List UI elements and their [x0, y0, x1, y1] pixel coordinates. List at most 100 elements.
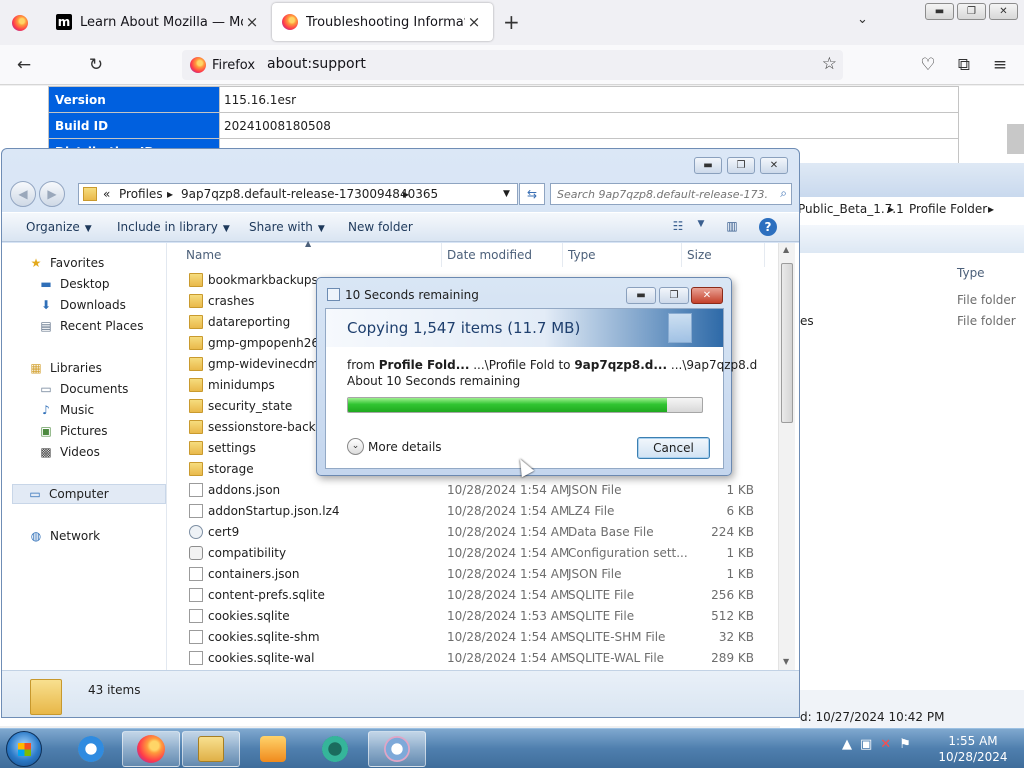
close-button[interactable]: ✕: [760, 157, 788, 174]
table-row[interactable]: content-prefs.sqlite 10/28/2024 1:54 AM SQ…: [169, 585, 769, 606]
cancel-button[interactable]: Cancel: [637, 437, 710, 459]
table-row[interactable]: addons.json 10/28/2024 1:54 AM JSON File 1 …: [169, 480, 769, 501]
column-divider[interactable]: [441, 243, 442, 267]
list-item[interactable]: File folder: [800, 293, 1024, 313]
pocket-icon[interactable]: ♡: [916, 53, 940, 77]
nav-recent-places[interactable]: ▤ Recent Places: [38, 316, 143, 336]
extensions-icon[interactable]: ⧉: [952, 53, 976, 77]
nav-documents[interactable]: ▭ Documents: [38, 379, 128, 399]
clock[interactable]: 1:55 AM 10/28/2024: [930, 733, 1016, 765]
nav-computer[interactable]: ▭ Computer: [12, 484, 166, 504]
table-row[interactable]: cookies.sqlite-wal 10/28/2024 1:54 AM SQLI…: [169, 648, 769, 669]
view-dropdown-icon[interactable]: ▼: [692, 219, 710, 235]
tab-learn-about-mozilla[interactable]: m Learn About Mozilla — Mozilla ×: [46, 3, 271, 41]
close-button[interactable]: ✕: [691, 287, 723, 304]
nav-favorites[interactable]: ★ Favorites: [28, 253, 105, 273]
column-header-type[interactable]: Type: [568, 248, 596, 262]
start-button[interactable]: [6, 731, 42, 767]
chevron-right-icon[interactable]: ▸: [403, 187, 409, 201]
volume-muted-icon[interactable]: ✕: [880, 737, 891, 752]
bookmark-star-icon[interactable]: ☆: [822, 54, 837, 74]
new-folder-button[interactable]: New folder: [348, 220, 413, 234]
minimize-button[interactable]: ▬: [626, 287, 656, 304]
maximize-button[interactable]: ❐: [659, 287, 689, 304]
search-input[interactable]: [557, 186, 767, 202]
identity-box[interactable]: Firefox: [190, 56, 255, 74]
close-tab-icon[interactable]: ×: [465, 13, 483, 31]
url-text[interactable]: about:support: [267, 56, 366, 72]
nav-network[interactable]: ◍ Network: [28, 526, 100, 546]
maximize-button[interactable]: ❐: [957, 3, 986, 20]
table-row[interactable]: addonStartup.json.lz4 10/28/2024 1:54 AM L…: [169, 501, 769, 522]
table-row[interactable]: cookies.sqlite-shm 10/28/2024 1:54 AM SQLI…: [169, 627, 769, 648]
preview-pane-icon[interactable]: ▥: [723, 219, 741, 235]
action-center-flag-icon[interactable]: ⚑: [899, 737, 911, 752]
source-name-link[interactable]: Profile Fold...: [379, 358, 470, 372]
url-bar[interactable]: Firefox about:support ☆: [182, 50, 843, 80]
column-header-size[interactable]: Size: [687, 248, 712, 262]
table-row[interactable]: containers.json 10/28/2024 1:54 AM JSON Fi…: [169, 564, 769, 585]
scrollbar-thumb[interactable]: [781, 263, 793, 423]
help-icon[interactable]: ?: [759, 218, 777, 236]
background-address-bar[interactable]: Public_Beta_1.7.1 ▸ Profile Folder ▸: [780, 199, 1024, 221]
column-header-date[interactable]: Date modified: [447, 248, 532, 262]
address-segment[interactable]: Profile Folder: [909, 202, 987, 216]
chevron-right-icon[interactable]: ▸: [167, 187, 173, 201]
list-item[interactable]: es File folder: [800, 314, 1024, 334]
close-window-button[interactable]: ✕: [989, 3, 1018, 20]
column-header-type[interactable]: Type: [957, 266, 985, 280]
nav-videos[interactable]: ▩ Videos: [38, 442, 100, 462]
maximize-button[interactable]: ❐: [727, 157, 755, 174]
close-tab-icon[interactable]: ×: [243, 13, 261, 31]
column-header-name[interactable]: Name: [186, 248, 221, 262]
back-button[interactable]: ◀: [10, 181, 36, 207]
address-segment[interactable]: Profiles: [119, 187, 163, 201]
table-row[interactable]: cert9 10/28/2024 1:54 AM Data Base File 224…: [169, 522, 769, 543]
new-tab-icon[interactable]: +: [503, 10, 520, 34]
share-with-button[interactable]: Share with ▼: [249, 220, 325, 234]
network-tray-icon[interactable]: ▣: [860, 737, 872, 752]
show-hidden-icons-icon[interactable]: ▲: [842, 737, 852, 752]
nav-music[interactable]: ♪ Music: [38, 400, 94, 420]
minimize-button[interactable]: ▬: [925, 3, 954, 20]
table-row[interactable]: cookies.sqlite 10/28/2024 1:53 AM SQLITE F…: [169, 606, 769, 627]
address-segment[interactable]: 9ap7qzp8.default-release-1730094840365: [181, 187, 438, 201]
table-row[interactable]: compatibility 10/28/2024 1:54 AM Configura…: [169, 543, 769, 564]
scroll-down-icon[interactable]: ▼: [783, 657, 789, 666]
taskbar-firefox[interactable]: [122, 731, 180, 767]
include-in-library-button[interactable]: Include in library ▼: [117, 220, 230, 234]
nav-libraries[interactable]: ▦ Libraries: [28, 358, 102, 378]
taskbar-media-player[interactable]: [244, 731, 302, 767]
column-divider[interactable]: [764, 243, 765, 267]
nav-desktop[interactable]: ▬ Desktop: [38, 274, 109, 294]
reload-icon[interactable]: ↻: [84, 53, 108, 77]
list-all-tabs-icon[interactable]: ⌄: [857, 12, 868, 27]
page-scrollbar-thumb[interactable]: [1007, 124, 1024, 154]
column-divider[interactable]: [562, 243, 563, 267]
forward-button[interactable]: ▶: [39, 181, 65, 207]
tab-troubleshooting-information[interactable]: Troubleshooting Information ×: [272, 3, 493, 41]
address-overflow[interactable]: «: [103, 187, 110, 201]
taskbar-internet-explorer[interactable]: [62, 731, 120, 767]
nav-pictures[interactable]: ▣ Pictures: [38, 421, 107, 441]
address-bar[interactable]: « Profiles ▸ 9ap7qzp8.default-release-17…: [78, 183, 518, 205]
more-details-toggle[interactable]: ⌄ More details: [347, 438, 442, 455]
taskbar-paint[interactable]: [368, 731, 426, 767]
minimize-button[interactable]: ▬: [694, 157, 722, 174]
change-view-icon[interactable]: ☷: [669, 219, 687, 235]
chevron-down-icon[interactable]: ⌄: [347, 438, 364, 455]
taskbar-file-explorer[interactable]: [182, 731, 240, 767]
firefox-menu-icon[interactable]: [12, 15, 28, 31]
nav-downloads[interactable]: ⬇ Downloads: [38, 295, 126, 315]
scroll-up-icon[interactable]: ▲: [783, 245, 789, 254]
refresh-icon[interactable]: ⇆: [519, 183, 545, 205]
address-dropdown-icon[interactable]: ▼: [503, 189, 510, 199]
search-icon[interactable]: ⌕: [780, 186, 787, 201]
destination-name-link[interactable]: 9ap7qzp8.d...: [574, 358, 667, 372]
search-box[interactable]: ⌕: [550, 183, 792, 205]
hamburger-menu-icon[interactable]: ≡: [988, 53, 1012, 77]
organize-button[interactable]: Organize ▼: [26, 220, 92, 234]
back-arrow-icon[interactable]: ←: [12, 53, 36, 77]
file-list-scrollbar[interactable]: ▲ ▼: [778, 243, 795, 670]
taskbar-app[interactable]: [306, 731, 364, 767]
